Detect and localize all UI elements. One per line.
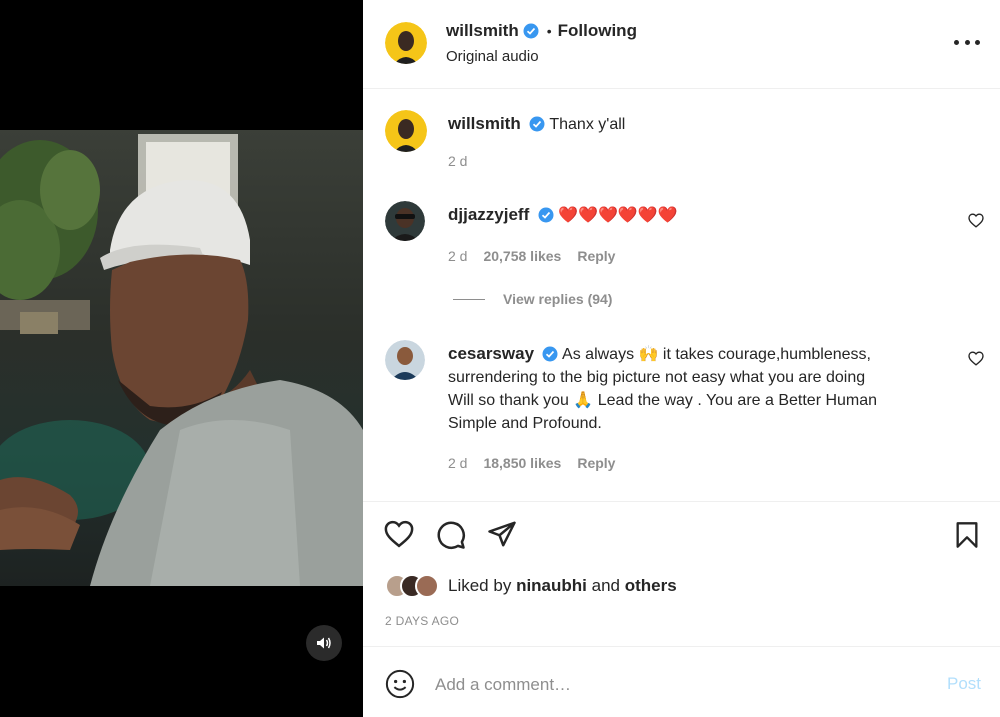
comment-meta: 2 d 18,850 likes Reply [448,455,615,471]
liked-by-text: Liked by nina​ubhi and others [448,576,677,596]
replies-line [453,298,485,300]
post-timestamp[interactable]: 2 DAYS AGO [385,614,459,628]
like-comment-heart-icon[interactable] [968,351,984,366]
video-still [0,134,363,586]
composer-divider [363,646,1000,647]
video-frame[interactable] [0,130,363,586]
caption: willsmith Thanx y'all [448,112,625,136]
comment-text: As always 🙌 it takes courage,humbleness, [562,346,871,363]
comment-text-line: surrendering to the big picture not easy… [448,369,866,386]
comment-text-line: Simple and Profound. [448,415,602,432]
comment-icon[interactable] [436,520,466,550]
cesarsway-avatar-image [385,340,425,380]
caption-text: Thanx y'all [549,116,626,133]
view-replies-button[interactable]: View replies (94) [453,291,612,307]
comment-item: djjazzyjeff ❤️❤️❤️❤️❤️❤️ [448,203,678,227]
reply-button[interactable]: Reply [577,455,615,471]
comments-divider [363,501,1000,502]
comment-time[interactable]: 2 d [448,455,467,471]
liked-by-prefix: Liked by [448,576,512,595]
comment-text: ❤️❤️❤️❤️❤️❤️ [558,207,678,224]
heart-icon[interactable] [384,520,414,548]
comment-text-line: Will so thank you 🙏 Lead the way . You a… [448,392,878,409]
comment-username[interactable]: djjazzyjeff [448,205,529,224]
like-comment-heart-icon[interactable] [968,213,984,228]
comment-username[interactable]: cesarsway [448,344,534,363]
post-side-panel: willsmith • Following Original audio wil… [363,0,1000,717]
liked-by-others[interactable]: others [625,576,677,595]
author-avatar[interactable] [385,22,427,64]
liked-by-user[interactable]: nina​ubhi [516,576,587,595]
liker-avatar[interactable] [415,574,439,598]
mute-toggle-button[interactable] [306,625,342,661]
header-separator: • [546,23,552,39]
comment-likes[interactable]: 18,850 likes [483,455,561,471]
caption-username[interactable]: willsmith [448,114,521,133]
verified-badge-icon [523,23,539,39]
bookmark-icon[interactable] [955,521,979,549]
djjazzyjeff-avatar-image [385,201,425,241]
author-username[interactable]: willsmith [446,21,519,41]
caption-time[interactable]: 2 d [448,153,467,169]
liked-by-joiner: and [591,576,620,595]
add-comment-input[interactable] [435,672,925,698]
commenter-avatar[interactable] [385,340,425,380]
post-comment-button[interactable]: Post [947,674,981,694]
speaker-icon [317,637,331,649]
verified-badge-icon [538,207,554,223]
more-options-button[interactable] [954,34,980,50]
comment-item: cesarsway As always 🙌 it takes courage,h… [448,342,958,435]
caption-avatar[interactable] [385,110,427,152]
post-header: willsmith • Following [446,21,637,41]
video-player[interactable] [0,0,363,717]
willsmith-avatar-image [385,22,427,64]
view-replies-label: View replies (94) [503,291,613,307]
willsmith-avatar-image [385,110,427,152]
reply-button[interactable]: Reply [577,248,615,264]
header-divider [363,88,1000,89]
more-options-icon [954,39,959,45]
emoji-icon[interactable] [385,669,415,699]
commenter-avatar[interactable] [385,201,425,241]
verified-badge-icon [529,116,545,132]
caption-meta: 2 d [448,153,467,169]
share-icon[interactable] [487,520,517,548]
comment-meta: 2 d 20,758 likes Reply [448,248,615,264]
comment-time[interactable]: 2 d [448,248,467,264]
comment-likes[interactable]: 20,758 likes [483,248,561,264]
verified-badge-icon [542,346,558,362]
liked-by-row: Liked by nina​ubhi and others [385,574,677,598]
following-button[interactable]: Following [558,21,637,41]
audio-link[interactable]: Original audio [446,48,539,65]
comment-line: cesarsway As always 🙌 it takes courage,h… [448,342,958,366]
